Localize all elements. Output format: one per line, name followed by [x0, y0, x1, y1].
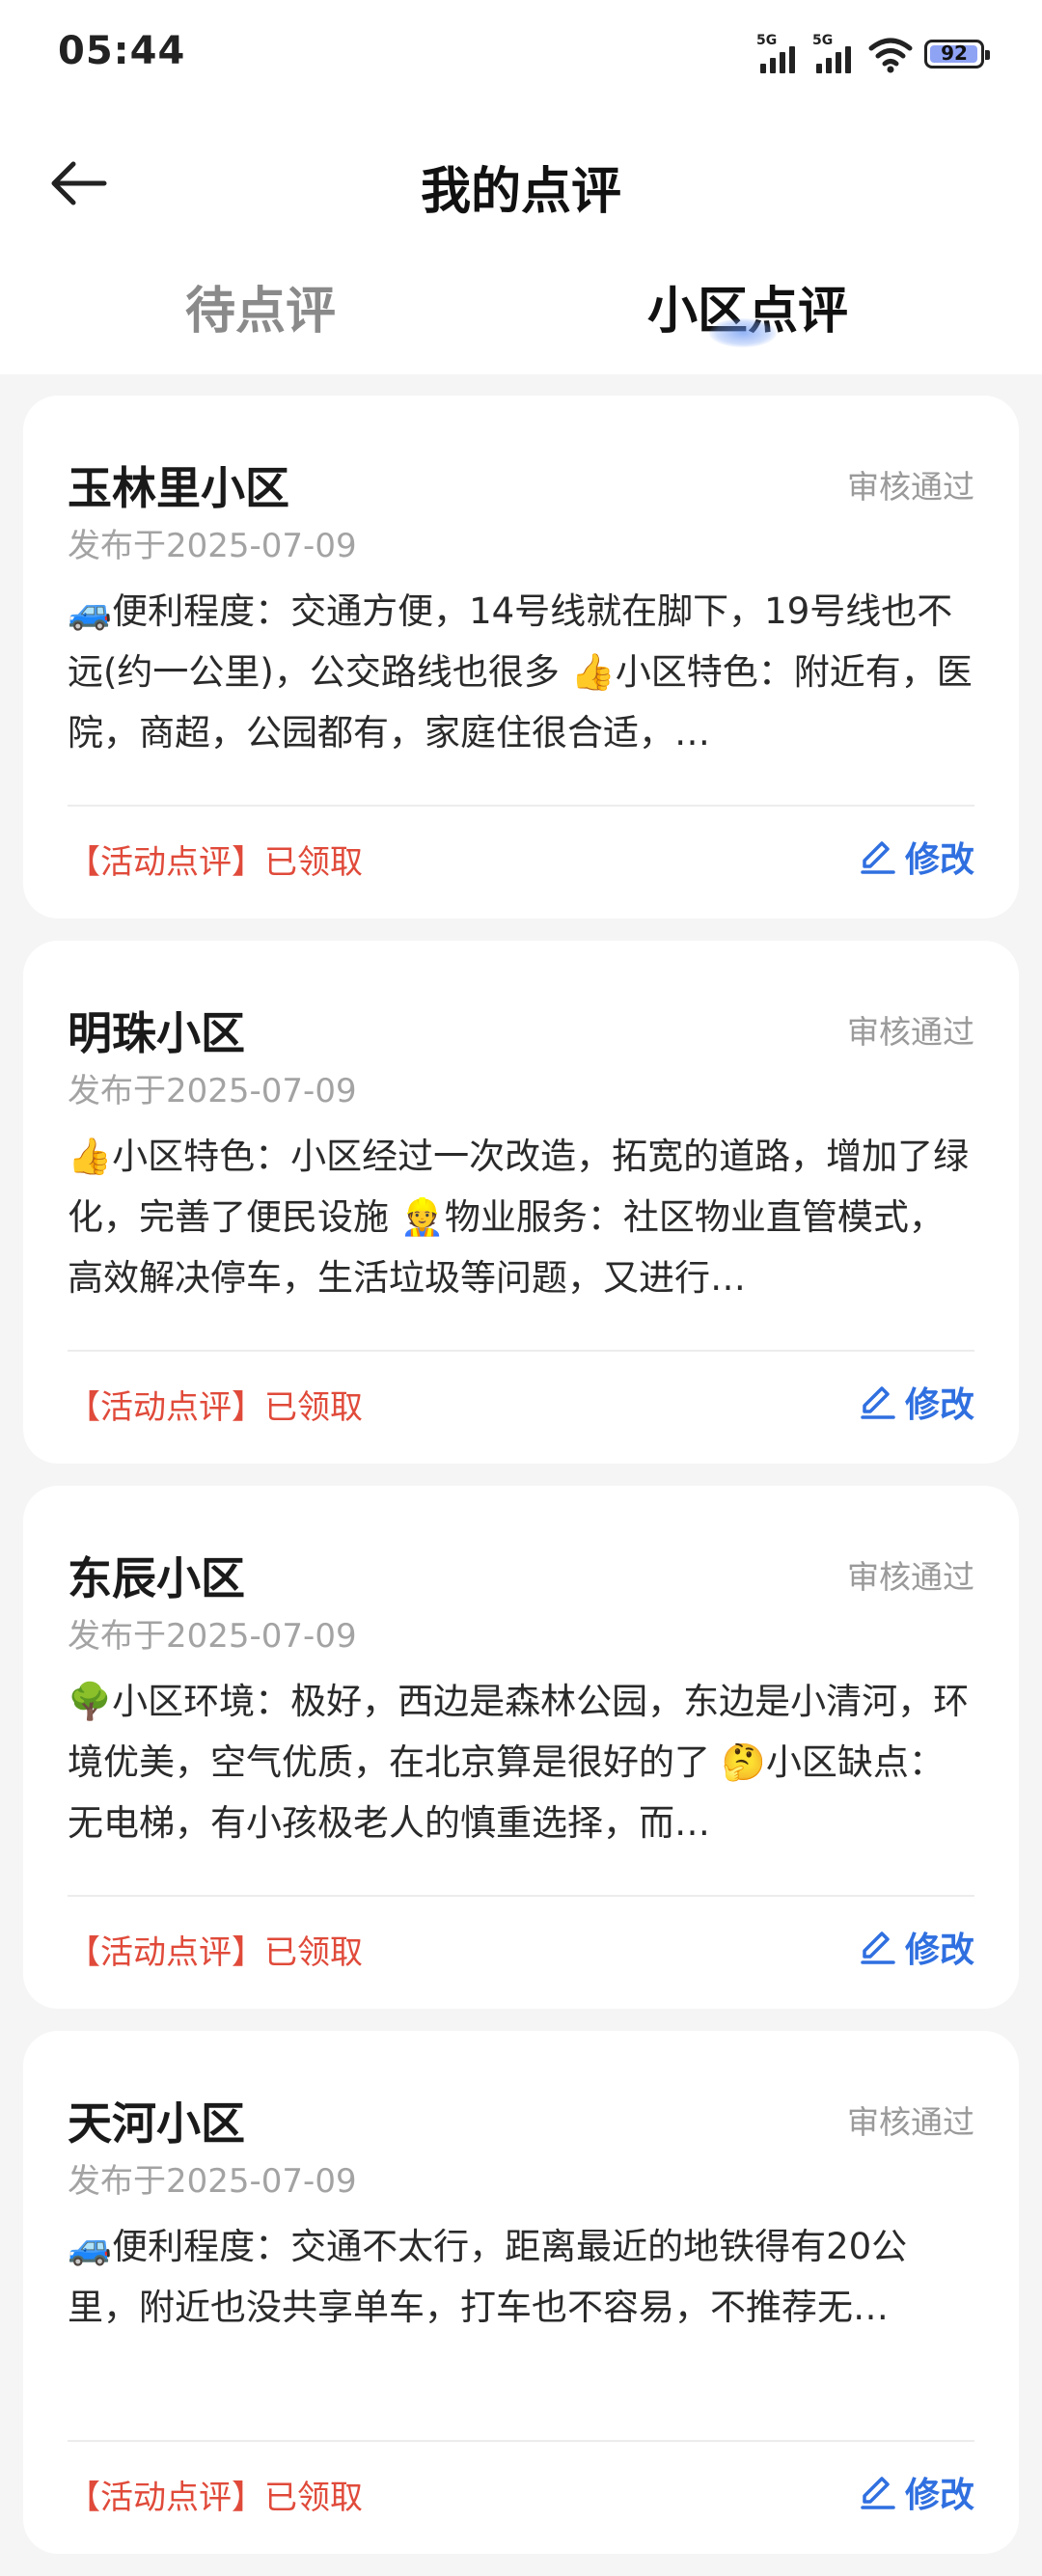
battery-icon: 92 [924, 40, 990, 69]
tab-bar: 待点评 小区点评 [0, 270, 1042, 367]
edit-label: 修改 [904, 2476, 974, 2515]
edit-pencil-icon [861, 1932, 895, 1964]
review-content: 🌳小区环境：极好，西边是森林公园，东边是小清河，环境优美，空气优质，在北京算是很… [68, 1681, 970, 1844]
page-title: 我的点评 [420, 163, 621, 221]
review-card[interactable]: 玉林里小区 审核通过 发布于2025-07-09 🚙便利程度：交通方便，14号线… [23, 396, 1019, 918]
review-status: 审核通过 [847, 1558, 974, 1596]
divider [68, 1350, 974, 1352]
community-name: 玉林里小区 [68, 462, 289, 514]
edit-button[interactable]: 修改 [859, 1922, 974, 1972]
review-card[interactable]: 天河小区 审核通过 发布于2025-07-09 🚙便利程度：交通不太行，距离最近… [23, 2031, 1019, 2554]
edit-button[interactable]: 修改 [859, 2467, 974, 2517]
divider [68, 1895, 974, 1897]
status-icons: 5G 5G 92 [756, 33, 990, 73]
review-status: 审核通过 [847, 468, 974, 506]
status-time: 05:44 [58, 29, 186, 73]
review-card[interactable]: 明珠小区 审核通过 发布于2025-07-09 👍小区特色：小区经过一次改造，拓… [23, 941, 1019, 1464]
community-name: 明珠小区 [68, 1007, 245, 1059]
wifi-icon [868, 38, 913, 73]
divider [68, 2440, 974, 2442]
edit-label: 修改 [904, 1385, 974, 1425]
community-name: 东辰小区 [68, 1552, 245, 1604]
activity-reward-label: 【活动点评】已领取 [68, 2479, 363, 2517]
activity-reward-label: 【活动点评】已领取 [68, 1933, 363, 1972]
activity-reward-label: 【活动点评】已领取 [68, 1388, 363, 1427]
publish-date: 发布于2025-07-09 [68, 527, 357, 565]
edit-pencil-icon [861, 1386, 895, 1419]
edit-button[interactable]: 修改 [859, 832, 974, 882]
battery-level: 92 [941, 41, 968, 65]
publish-date: 发布于2025-07-09 [68, 1617, 357, 1656]
review-status: 审核通过 [847, 2103, 974, 2141]
cellular-signal-icon-2: 5G [812, 33, 857, 73]
review-content: 🚙便利程度：交通不太行，距离最近的地铁得有20公里，附近也没共享单车，打车也不容… [68, 2226, 908, 2328]
publish-date: 发布于2025-07-09 [68, 2162, 357, 2201]
review-content: 🚙便利程度：交通方便，14号线就在脚下，19号线也不远(约一公里)，公交路线也很… [68, 590, 973, 754]
publish-date: 发布于2025-07-09 [68, 1072, 357, 1110]
review-list: 玉林里小区 审核通过 发布于2025-07-09 🚙便利程度：交通方便，14号线… [23, 396, 1019, 2576]
edit-label: 修改 [904, 840, 974, 880]
edit-pencil-icon [861, 841, 895, 874]
community-name: 天河小区 [68, 2097, 245, 2150]
review-card[interactable]: 东辰小区 审核通过 发布于2025-07-09 🌳小区环境：极好，西边是森林公园… [23, 1486, 1019, 2009]
status-bar: 05:44 5G 5G 92 [0, 0, 1042, 106]
edit-pencil-icon [861, 2477, 895, 2509]
active-tab-indicator [709, 318, 777, 347]
activity-reward-label: 【活动点评】已领取 [68, 843, 363, 882]
nav-bar: 我的点评 [0, 135, 1042, 232]
edit-label: 修改 [904, 1931, 974, 1970]
tab-pending-reviews[interactable]: 待点评 [0, 270, 521, 343]
review-status: 审核通过 [847, 1013, 974, 1051]
edit-button[interactable]: 修改 [859, 1377, 974, 1427]
divider [68, 805, 974, 807]
review-content: 👍小区特色：小区经过一次改造，拓宽的道路，增加了绿化，完善了便民设施 👷物业服务… [68, 1136, 970, 1299]
cellular-signal-icon: 5G [756, 33, 801, 73]
